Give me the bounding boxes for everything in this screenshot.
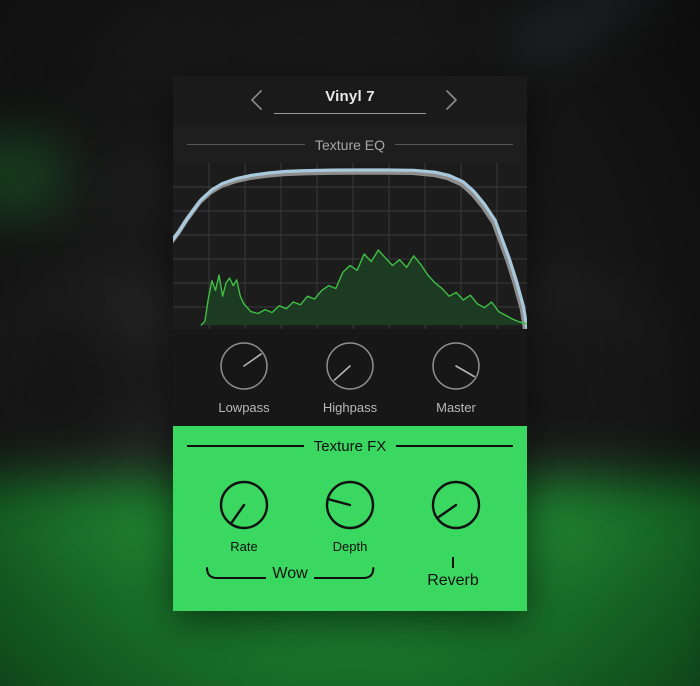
preset-name-underline bbox=[274, 112, 426, 114]
knob-label: Master bbox=[436, 400, 476, 415]
knob-label: Rate bbox=[230, 539, 258, 554]
divider-right bbox=[396, 445, 513, 447]
group-wow: Wow bbox=[205, 559, 375, 589]
knob-dial-icon bbox=[431, 480, 481, 530]
spectrum-fill bbox=[201, 250, 527, 325]
previous-preset-button[interactable] bbox=[245, 87, 271, 113]
group-reverb: Reverb bbox=[411, 557, 495, 590]
group-label: Reverb bbox=[427, 572, 479, 589]
knob-rate[interactable]: Rate bbox=[196, 480, 292, 553]
knob-dial-icon bbox=[220, 342, 268, 390]
next-preset-button[interactable] bbox=[437, 87, 463, 113]
divider-left bbox=[187, 144, 305, 145]
preset-name-label: Vinyl 7 bbox=[325, 87, 375, 105]
knob-dial-icon bbox=[325, 480, 375, 530]
fx-knob-row: Rate Depth bbox=[173, 466, 527, 553]
eq-section-title: Texture EQ bbox=[314, 136, 386, 153]
eq-graph bbox=[173, 163, 527, 329]
knob-dial-icon bbox=[432, 342, 480, 390]
fx-section-header: Texture FX bbox=[173, 426, 527, 466]
chevron-left-icon bbox=[251, 90, 262, 110]
fx-section-title: Texture FX bbox=[313, 437, 387, 455]
group-tick bbox=[452, 557, 454, 568]
knob-label: Highpass bbox=[322, 400, 378, 415]
knob-reverb[interactable] bbox=[408, 480, 504, 530]
knob-highpass[interactable]: Highpass bbox=[302, 341, 398, 414]
knob-depth[interactable]: Depth bbox=[302, 480, 398, 553]
fx-group-labels: Wow Reverb bbox=[173, 557, 527, 603]
knob-dial-icon bbox=[326, 342, 374, 390]
knob-label: Lowpass bbox=[218, 400, 270, 415]
knob-master[interactable]: Master bbox=[408, 341, 504, 414]
brace-right-icon bbox=[313, 567, 374, 579]
knob-lowpass[interactable]: Lowpass bbox=[196, 341, 292, 414]
eq-knob-row: Lowpass Highpass Master bbox=[173, 329, 527, 425]
eq-display[interactable] bbox=[173, 163, 527, 329]
divider-left bbox=[187, 445, 304, 447]
eq-section-header: Texture EQ bbox=[173, 126, 527, 163]
screenshot-root: Vinyl 7 Texture EQ Lowpass Highpass Mast… bbox=[0, 0, 700, 686]
plugin-window: Vinyl 7 Texture EQ Lowpass Highpass Mast… bbox=[173, 76, 527, 611]
divider-right bbox=[395, 144, 513, 145]
fx-section: Texture FX Rate Depth Wow Reverb bbox=[173, 426, 527, 611]
brace-left-icon bbox=[206, 567, 267, 579]
preset-name-field[interactable]: Vinyl 7 bbox=[274, 89, 426, 114]
chevron-right-icon bbox=[446, 90, 457, 110]
knob-label: Depth bbox=[332, 539, 368, 554]
preset-header: Vinyl 7 bbox=[173, 76, 527, 126]
knob-dial-icon bbox=[219, 480, 269, 530]
group-label: Wow bbox=[272, 565, 308, 582]
